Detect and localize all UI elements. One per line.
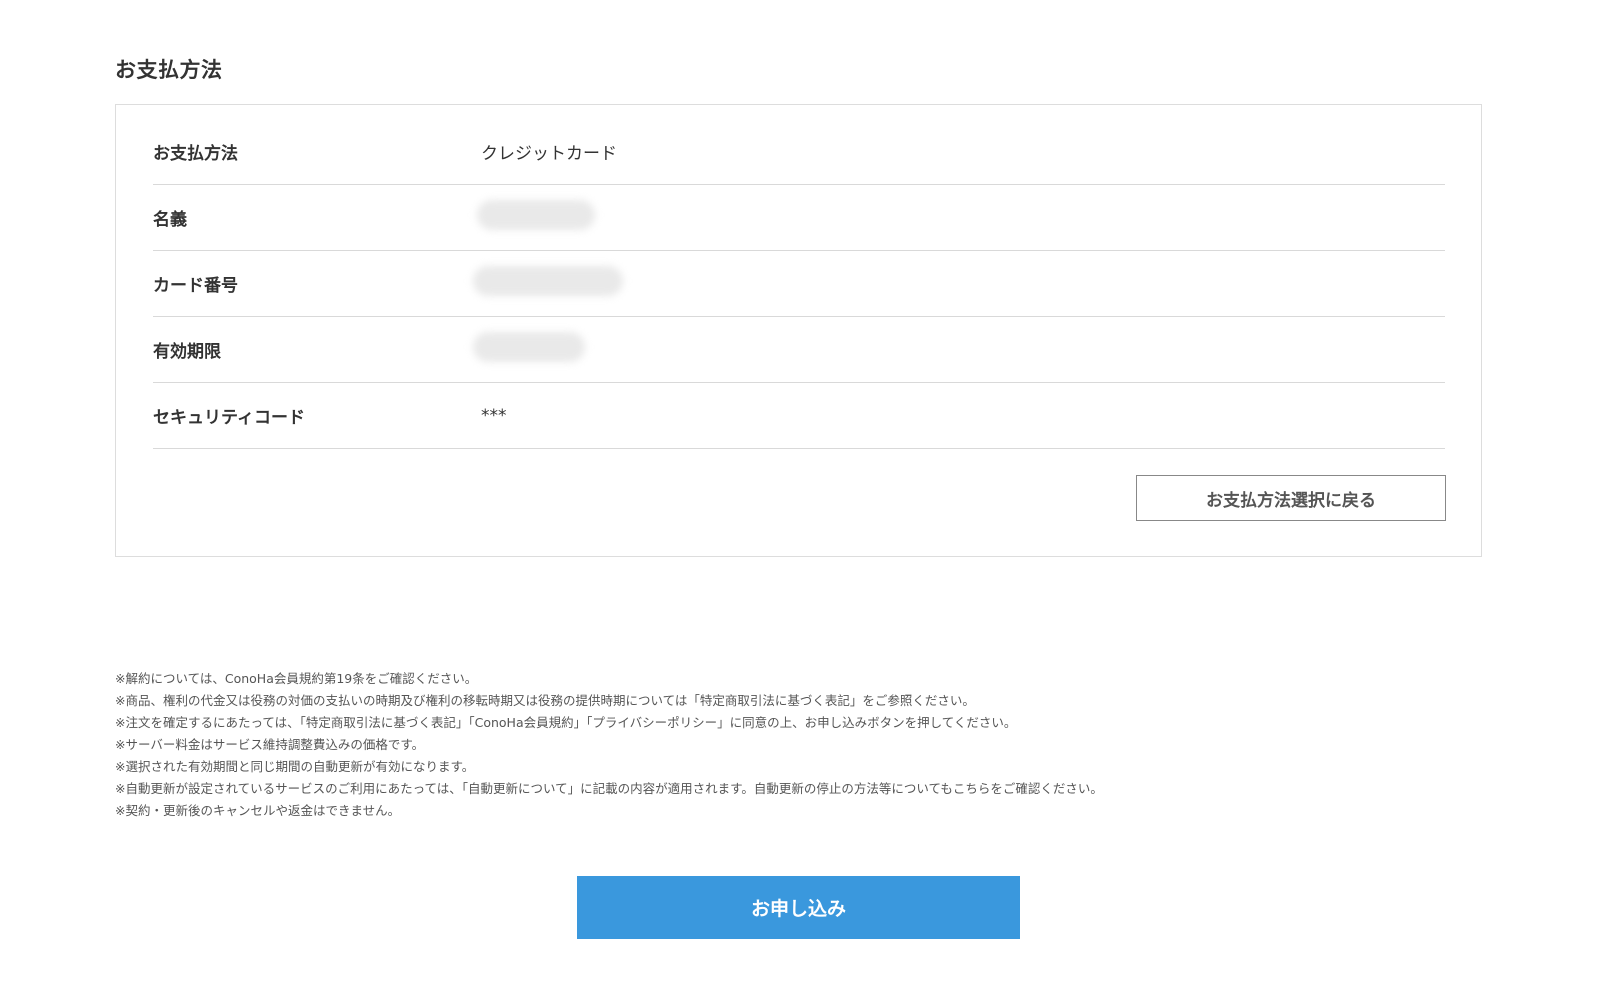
card-holder-value-redacted bbox=[477, 200, 595, 235]
note-item: ※解約については、ConoHa会員規約第19条をご確認ください。 bbox=[115, 671, 478, 686]
row-card-holder: 名義 bbox=[153, 185, 1445, 251]
notes-list: ※解約については、ConoHa会員規約第19条をご確認ください。 ※商品、権利の… bbox=[115, 668, 1415, 822]
security-code-value: *** bbox=[481, 405, 507, 426]
redacted-blur bbox=[473, 266, 623, 296]
expiry-label: 有効期限 bbox=[153, 342, 221, 362]
redacted-blur bbox=[473, 332, 585, 362]
row-security-code: セキュリティコード *** bbox=[153, 383, 1445, 449]
apply-button[interactable]: お申し込み bbox=[577, 876, 1020, 939]
redacted-blur bbox=[477, 200, 595, 230]
note-item: ※契約・更新後のキャンセルや返金はできません。 bbox=[115, 803, 401, 818]
row-payment-method: お支払方法 クレジットカード bbox=[153, 119, 1445, 185]
payment-details: お支払方法 クレジットカード 名義 カード番号 有効期限 セキュリティコード *… bbox=[153, 119, 1445, 449]
note-item: ※注文を確定するにあたっては、「特定商取引法に基づく表記」「ConoHa会員規約… bbox=[115, 715, 1017, 730]
note-item: ※自動更新が設定されているサービスのご利用にあたっては、「自動更新について」に記… bbox=[115, 781, 1103, 796]
payment-method-value: クレジットカード bbox=[481, 144, 617, 164]
note-item: ※サーバー料金はサービス維持調整費込みの価格です。 bbox=[115, 737, 425, 752]
expiry-value-redacted bbox=[473, 332, 585, 367]
payment-panel: お支払方法 クレジットカード 名義 カード番号 有効期限 セキュリティコード *… bbox=[115, 104, 1482, 557]
payment-method-label: お支払方法 bbox=[153, 144, 238, 164]
back-to-payment-selection-button[interactable]: お支払方法選択に戻る bbox=[1136, 475, 1446, 521]
note-item: ※商品、権利の代金又は役務の対価の支払いの時期及び権利の移転時期又は役務の提供時… bbox=[115, 693, 975, 708]
row-expiry: 有効期限 bbox=[153, 317, 1445, 383]
row-card-number: カード番号 bbox=[153, 251, 1445, 317]
note-item: ※選択された有効期間と同じ期間の自動更新が有効になります。 bbox=[115, 759, 475, 774]
card-holder-label: 名義 bbox=[153, 210, 187, 230]
security-code-label: セキュリティコード bbox=[153, 408, 305, 428]
card-number-label: カード番号 bbox=[153, 276, 238, 296]
card-number-value-redacted bbox=[473, 266, 623, 301]
section-title: お支払方法 bbox=[115, 58, 223, 82]
